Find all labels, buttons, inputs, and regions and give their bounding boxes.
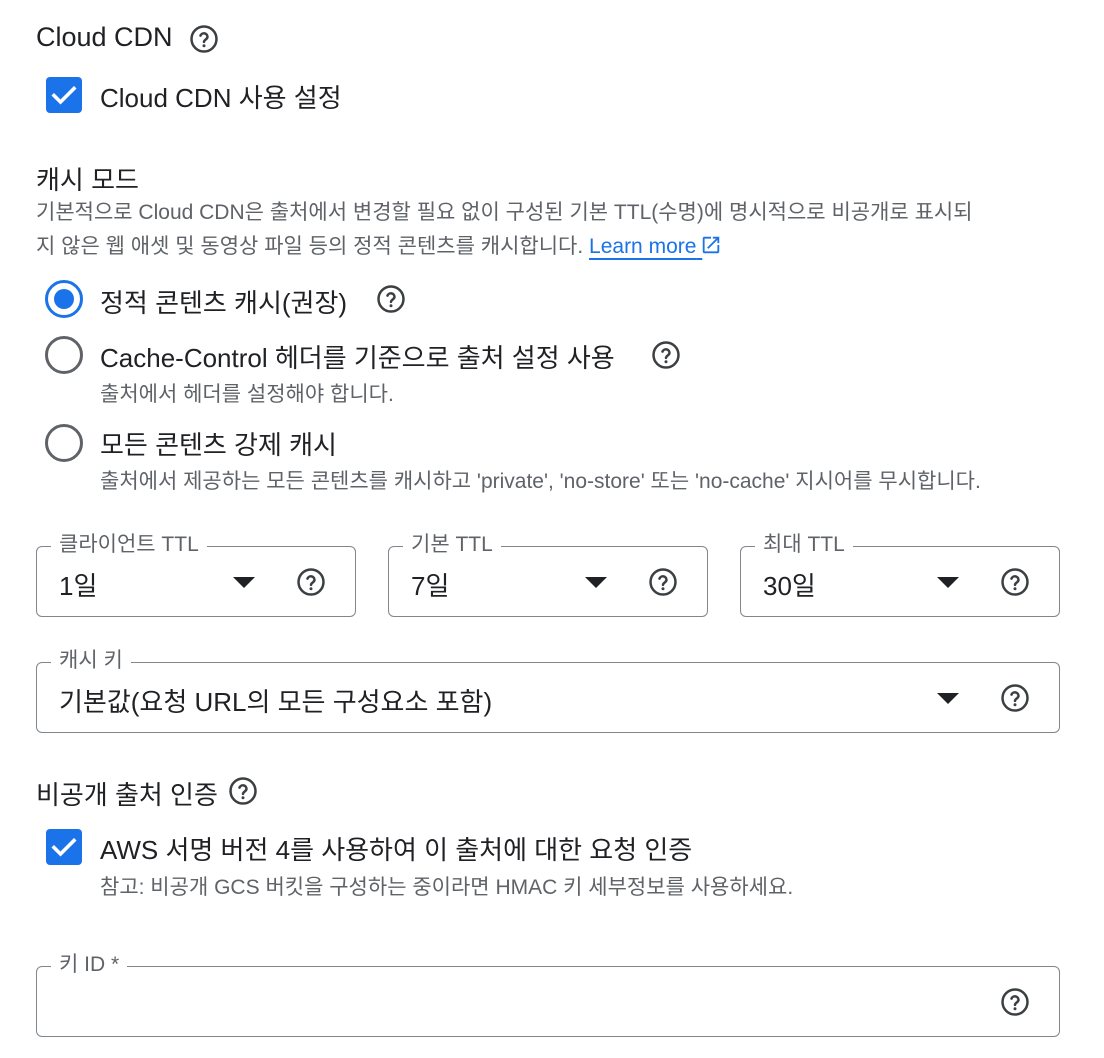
default-ttl-select[interactable]: 기본 TTL 7일 bbox=[388, 531, 708, 617]
client-ttl-value: 1일 bbox=[59, 571, 98, 601]
radio-force-cache-all[interactable] bbox=[44, 423, 84, 463]
client-ttl-select[interactable]: 클라이언트 TTL 1일 bbox=[36, 531, 356, 617]
radio-static-cache[interactable] bbox=[44, 279, 84, 319]
cache-mode-description: 기본적으로 Cloud CDN은 출처에서 변경할 필요 없이 구성된 기본 T… bbox=[36, 196, 1076, 264]
cache-key-label: 캐시 키 bbox=[51, 647, 131, 675]
max-ttl-label: 최대 TTL bbox=[755, 531, 853, 559]
private-origin-title: 비공개 출처 인증 bbox=[36, 780, 218, 810]
radio-force-cache-all-sub: 출처에서 제공하는 모든 콘텐츠를 캐시하고 'private', 'no-st… bbox=[100, 470, 981, 493]
radio-force-cache-all-label: 모든 콘텐츠 강제 캐시 bbox=[100, 430, 337, 460]
cache-mode-description-line2: 지 않은 웹 애셋 및 동영상 파일 등의 정적 콘텐츠를 캐시합니다. bbox=[36, 235, 584, 258]
max-ttl-select[interactable]: 최대 TTL 30일 bbox=[740, 531, 1060, 617]
check-icon bbox=[51, 85, 77, 105]
help-circle-icon[interactable] bbox=[1000, 987, 1030, 1017]
check-icon bbox=[51, 837, 77, 857]
help-circle-icon[interactable] bbox=[189, 24, 219, 54]
key-id-label: 키 ID * bbox=[51, 951, 128, 979]
learn-more-link[interactable]: Learn more bbox=[589, 235, 702, 258]
learn-more-label: Learn more bbox=[589, 235, 697, 258]
external-link-icon[interactable] bbox=[700, 234, 722, 256]
arrow-drop-down-icon bbox=[937, 693, 959, 704]
help-circle-icon[interactable] bbox=[1000, 683, 1030, 713]
help-circle-icon[interactable] bbox=[1000, 567, 1030, 597]
default-ttl-label: 기본 TTL bbox=[403, 531, 501, 559]
radio-static-cache-label: 정적 콘텐츠 캐시(권장) bbox=[100, 288, 348, 318]
cache-mode-description-line1: 기본적으로 Cloud CDN은 출처에서 변경할 필요 없이 구성된 기본 T… bbox=[36, 201, 973, 224]
enable-cdn-checkbox[interactable] bbox=[46, 77, 82, 113]
arrow-drop-down-icon bbox=[937, 577, 959, 588]
client-ttl-label: 클라이언트 TTL bbox=[51, 531, 207, 559]
radio-use-origin-headers[interactable] bbox=[44, 335, 84, 375]
aws-sigv4-label: AWS 서명 버전 4를 사용하여 이 출처에 대한 요청 인증 bbox=[100, 835, 693, 865]
aws-sigv4-checkbox[interactable] bbox=[46, 829, 82, 865]
key-id-field[interactable]: 키 ID * bbox=[36, 951, 1060, 1037]
max-ttl-value: 30일 bbox=[763, 571, 816, 601]
cache-mode-title: 캐시 모드 bbox=[36, 165, 139, 195]
help-circle-icon[interactable] bbox=[228, 776, 258, 806]
arrow-drop-down-icon bbox=[233, 577, 255, 588]
cloud-cdn-title: Cloud CDN bbox=[36, 22, 173, 52]
aws-sigv4-note: 참고: 비공개 GCS 버킷을 구성하는 중이라면 HMAC 키 세부정보를 사… bbox=[100, 876, 794, 899]
help-circle-icon[interactable] bbox=[296, 567, 326, 597]
cache-key-value: 기본값(요청 URL의 모든 구성요소 포함) bbox=[59, 687, 493, 717]
radio-use-origin-headers-label: Cache-Control 헤더를 기준으로 출처 설정 사용 bbox=[100, 343, 615, 373]
default-ttl-value: 7일 bbox=[411, 571, 450, 601]
help-circle-icon[interactable] bbox=[648, 567, 678, 597]
help-circle-icon[interactable] bbox=[651, 340, 681, 370]
enable-cdn-label: Cloud CDN 사용 설정 bbox=[100, 83, 342, 113]
radio-use-origin-headers-sub: 출처에서 헤더를 설정해야 합니다. bbox=[100, 383, 394, 406]
help-circle-icon[interactable] bbox=[376, 284, 406, 314]
arrow-drop-down-icon bbox=[585, 577, 607, 588]
cache-key-select[interactable]: 캐시 키 기본값(요청 URL의 모든 구성요소 포함) bbox=[36, 647, 1060, 733]
